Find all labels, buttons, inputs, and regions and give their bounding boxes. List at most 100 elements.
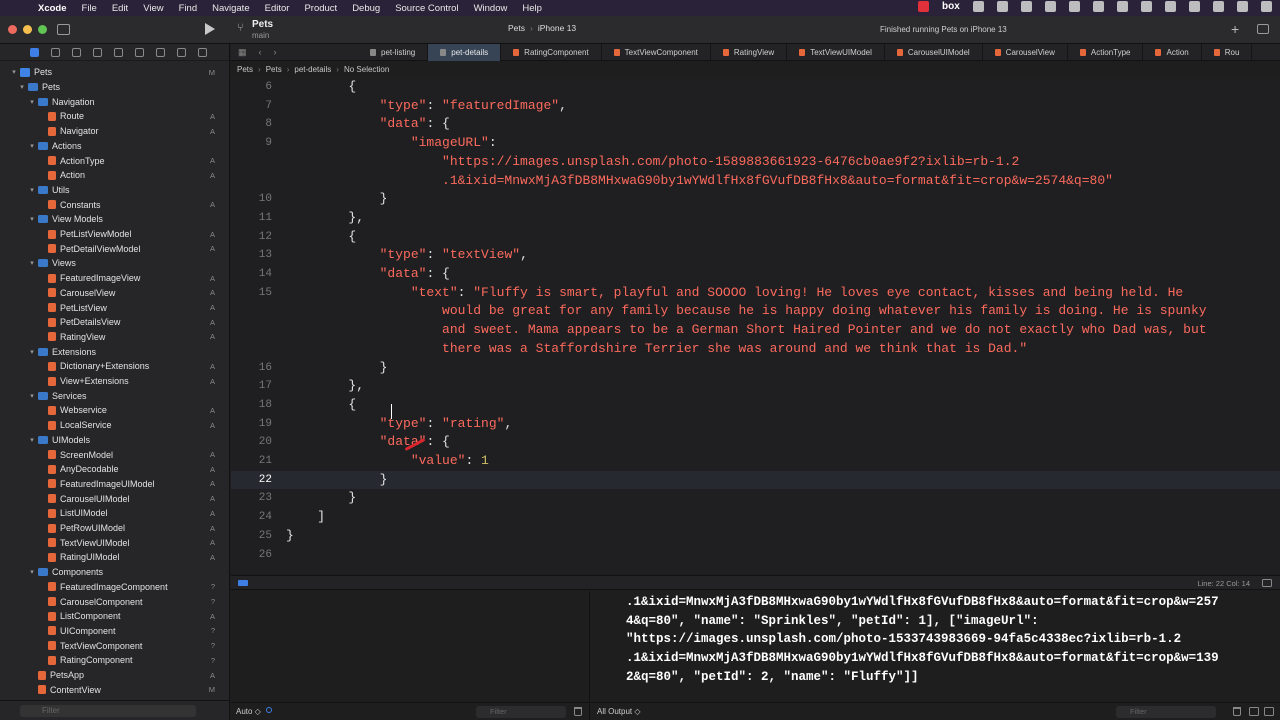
file-item[interactable]: RatingComponent? xyxy=(0,653,229,668)
menu-app[interactable]: Xcode xyxy=(38,3,67,14)
tab-pet-listing[interactable]: pet-listing xyxy=(358,43,429,61)
group-item[interactable]: ▾ UIModels xyxy=(0,433,229,448)
minimize-window-button[interactable] xyxy=(23,25,32,34)
group-item[interactable]: ▾ Pets M xyxy=(0,65,229,80)
file-item[interactable]: RatingUIModel A xyxy=(0,550,229,565)
split-pane-icon[interactable] xyxy=(1249,707,1259,716)
breakpoint-icon[interactable] xyxy=(177,47,186,57)
group-item[interactable]: ▾ Utils xyxy=(0,183,229,198)
close-window-button[interactable] xyxy=(8,25,17,34)
display-icon[interactable] xyxy=(1069,1,1080,12)
tab-rou[interactable]: Rou xyxy=(1202,43,1253,61)
group-item[interactable]: ▾ Actions xyxy=(0,139,229,154)
run-button[interactable] xyxy=(205,23,215,35)
grid-icon[interactable] xyxy=(1093,1,1104,12)
menu-debug[interactable]: Debug xyxy=(352,3,380,14)
inspector-toggle-icon[interactable] xyxy=(1257,24,1269,34)
file-item[interactable]: ListComponent A xyxy=(0,609,229,624)
back-icon[interactable]: ‹ xyxy=(259,47,262,57)
file-item[interactable]: TextViewComponent? xyxy=(0,638,229,653)
file-item[interactable]: Dictionary+Extensions A xyxy=(0,359,229,374)
breadcrumb-item[interactable]: Pets xyxy=(237,65,253,74)
file-item[interactable]: PetDetailsView A xyxy=(0,315,229,330)
menu-file[interactable]: File xyxy=(82,3,97,14)
device-name[interactable]: iPhone 13 xyxy=(538,23,576,33)
disclosure-icon[interactable]: ▾ xyxy=(18,83,26,91)
file-item[interactable]: ContentView M xyxy=(0,682,229,697)
tab-pet-details[interactable]: pet-details xyxy=(428,43,502,61)
battery-icon[interactable] xyxy=(1165,1,1176,12)
tab-carouseluimodel[interactable]: CarouselUIModel xyxy=(885,43,983,61)
scheme-selector[interactable]: Pets › iPhone 13 xyxy=(508,23,576,33)
file-item[interactable]: PetsApp A xyxy=(0,668,229,683)
file-item[interactable]: Navigator A xyxy=(0,124,229,139)
menu-source-control[interactable]: Source Control xyxy=(395,3,458,14)
output-scope-select[interactable]: All Output ◇ xyxy=(597,707,641,716)
file-item[interactable]: Route A xyxy=(0,109,229,124)
file-item[interactable]: FeaturedImageView A xyxy=(0,271,229,286)
menu-navigate[interactable]: Navigate xyxy=(212,3,250,14)
disclosure-icon[interactable]: ▾ xyxy=(28,259,36,267)
menu-editor[interactable]: Editor xyxy=(265,3,290,14)
apple-menu-icon[interactable] xyxy=(10,2,22,14)
tab-textviewuimodel[interactable]: TextViewUIModel xyxy=(787,43,885,61)
group-item[interactable]: ▾ Pets xyxy=(0,80,229,95)
breadcrumb-item[interactable]: No Selection xyxy=(344,65,389,74)
record-icon[interactable] xyxy=(918,1,929,12)
disclosure-icon[interactable]: ▾ xyxy=(28,215,36,223)
bluetooth-icon[interactable] xyxy=(1141,1,1152,12)
variables-filter-input[interactable]: Filter xyxy=(476,706,566,718)
file-item[interactable]: PetListView A xyxy=(0,300,229,315)
cursor-icon[interactable] xyxy=(1021,1,1032,12)
file-item[interactable]: PetRowUIModel A xyxy=(0,521,229,536)
search-icon[interactable] xyxy=(93,47,102,57)
trash-icon[interactable] xyxy=(1233,707,1241,716)
disclosure-icon[interactable]: ▾ xyxy=(28,568,36,576)
siri-icon[interactable] xyxy=(1261,1,1272,12)
branch-name[interactable]: main xyxy=(252,31,269,40)
disclosure-icon[interactable]: ▾ xyxy=(28,98,36,106)
tab-ratingview[interactable]: RatingView xyxy=(711,43,788,61)
sidebar-toggle-icon[interactable] xyxy=(57,24,70,35)
zoom-window-button[interactable] xyxy=(38,25,47,34)
group-item[interactable]: ▾ Extensions xyxy=(0,344,229,359)
file-item[interactable]: Webservice A xyxy=(0,403,229,418)
file-item[interactable]: Constants A xyxy=(0,197,229,212)
file-item[interactable]: UIComponent? xyxy=(0,624,229,639)
group-item[interactable]: ▾ Components xyxy=(0,565,229,580)
breadcrumb-item[interactable]: pet-details xyxy=(294,65,331,74)
scheme-name[interactable]: Pets xyxy=(508,23,525,33)
tab-actiontype[interactable]: ActionType xyxy=(1068,43,1144,61)
warning-icon[interactable] xyxy=(114,47,123,57)
trash-icon[interactable] xyxy=(574,707,582,716)
navigator-filter-input[interactable]: Filter xyxy=(20,705,196,717)
console-toggle-icon[interactable] xyxy=(1262,579,1272,587)
search-icon[interactable] xyxy=(1213,1,1224,12)
disclosure-icon[interactable]: ▾ xyxy=(10,68,18,76)
file-item[interactable]: CarouselView A xyxy=(0,286,229,301)
test-icon[interactable] xyxy=(135,47,144,57)
symbol-icon[interactable] xyxy=(72,47,81,57)
menu-edit[interactable]: Edit xyxy=(112,3,128,14)
file-item[interactable]: Action A xyxy=(0,168,229,183)
wifi-icon[interactable] xyxy=(1189,1,1200,12)
grid-icon[interactable]: ▦ xyxy=(238,47,247,58)
moon-icon[interactable] xyxy=(1117,1,1128,12)
debug-icon[interactable] xyxy=(156,47,165,57)
source-control-icon[interactable] xyxy=(51,47,60,57)
group-item[interactable]: ▾ View Models xyxy=(0,212,229,227)
full-pane-icon[interactable] xyxy=(1264,707,1274,716)
group-item[interactable]: ▾ Services xyxy=(0,388,229,403)
forward-icon[interactable]: › xyxy=(274,47,277,57)
group-item[interactable]: ▾ Views xyxy=(0,256,229,271)
file-item[interactable]: PetListViewModel A xyxy=(0,227,229,242)
file-item[interactable]: LocalService A xyxy=(0,418,229,433)
file-item[interactable]: ScreenModel A xyxy=(0,447,229,462)
menu-find[interactable]: Find xyxy=(179,3,197,14)
file-item[interactable]: AnyDecodable A xyxy=(0,462,229,477)
report-icon[interactable] xyxy=(198,47,207,57)
disclosure-icon[interactable]: ▾ xyxy=(28,186,36,194)
screen-icon[interactable] xyxy=(973,1,984,12)
debug-area-toggle-icon[interactable] xyxy=(238,580,248,586)
file-item[interactable]: FeaturedImageComponent? xyxy=(0,580,229,595)
